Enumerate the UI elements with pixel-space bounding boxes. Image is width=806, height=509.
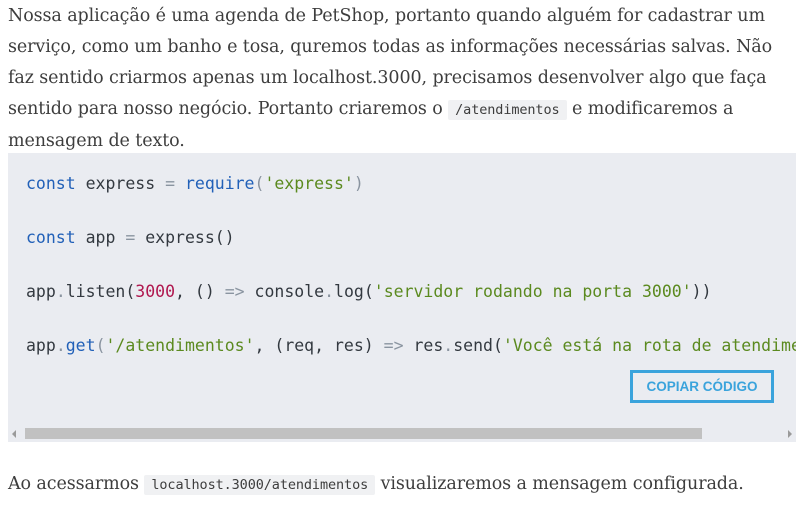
- paren-open: (: [254, 174, 265, 193]
- identifier: app: [75, 228, 126, 247]
- arrow: =>: [224, 282, 245, 301]
- identifier: express: [75, 174, 166, 193]
- dot: .: [55, 282, 66, 301]
- intro-paragraph: Nossa aplicação é uma agenda de PetShop,…: [8, 1, 798, 157]
- string-literal: 'servidor rodando na porta 3000': [373, 282, 692, 301]
- paren-open: (: [95, 336, 106, 355]
- keyword-const: const: [26, 228, 76, 247]
- outro-text-end: visualizaremos a mensagem configurada.: [375, 474, 744, 494]
- arrow: =>: [383, 336, 404, 355]
- inline-code-localhost: localhost.3000/atendimentos: [144, 475, 376, 495]
- arguments: , (): [175, 282, 225, 301]
- method-send: send(: [453, 336, 503, 355]
- inline-code-atendimentos: /atendimentos: [448, 100, 567, 120]
- arguments: , (req, res): [254, 336, 384, 355]
- method-listen: listen(: [65, 282, 136, 301]
- dot: .: [324, 282, 335, 301]
- dot: .: [443, 336, 454, 355]
- dot: .: [55, 336, 66, 355]
- operator: =: [165, 174, 176, 193]
- scrollbar-thumb[interactable]: [25, 428, 702, 439]
- code-block: const express = require('express') const…: [8, 153, 796, 442]
- string-literal: 'express': [264, 174, 354, 193]
- code-line-3: app.listen(3000, () => console.log('serv…: [26, 281, 712, 303]
- method-log: log(: [334, 282, 374, 301]
- paren-close: )): [691, 282, 712, 301]
- outro-text-start: Ao acessarmos: [8, 474, 145, 494]
- code-line-4: app.get('/atendimentos', (req, res) => r…: [26, 335, 796, 357]
- call-expression: express(): [135, 228, 235, 247]
- code-line-2: const app = express(): [26, 227, 235, 249]
- code-line-1: const express = require('express'): [26, 173, 364, 195]
- scroll-right-arrow-icon[interactable]: [788, 430, 792, 438]
- method-get: get: [65, 336, 96, 355]
- copy-code-button[interactable]: COPIAR CÓDIGO: [630, 370, 774, 403]
- object-app: app: [26, 282, 56, 301]
- paren-close: ): [353, 174, 364, 193]
- string-literal: 'Você está na rota de atendimentos e est…: [502, 336, 796, 355]
- console: console: [244, 282, 325, 301]
- keyword-const: const: [26, 174, 76, 193]
- object-res: res: [403, 336, 444, 355]
- operator: =: [125, 228, 136, 247]
- horizontal-scrollbar[interactable]: [8, 425, 796, 442]
- function-require: require: [184, 174, 255, 193]
- number-literal: 3000: [135, 282, 176, 301]
- string-literal: '/atendimentos': [105, 336, 255, 355]
- outro-paragraph: Ao acessarmos localhost.3000/atendimento…: [8, 469, 798, 501]
- scroll-left-arrow-icon[interactable]: [12, 430, 16, 438]
- object-app: app: [26, 336, 56, 355]
